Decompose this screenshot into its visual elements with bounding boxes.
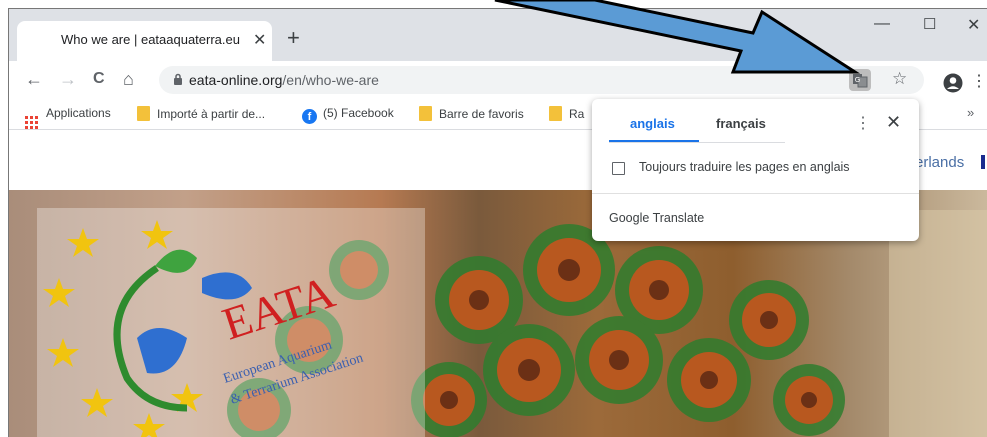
home-button[interactable]: ⌂ (123, 69, 134, 90)
bookmark-label: Ra (569, 107, 585, 121)
minimize-button[interactable]: — (874, 15, 890, 33)
language-link-nederlands[interactable]: erlands (915, 154, 964, 171)
browser-menu-icon[interactable]: ⋮ (971, 71, 987, 91)
bookmark-imported[interactable]: Importé à partir de... (137, 106, 265, 121)
bookmark-label: (5) Facebook (323, 106, 394, 120)
always-translate-label[interactable]: Toujours traduire les pages en anglais (639, 160, 850, 174)
translate-popup: anglais français ⋮ ✕ Toujours traduire l… (592, 99, 919, 241)
folder-icon (419, 106, 432, 121)
url-path: /en/who-we-are (282, 72, 379, 88)
browser-window: Who we are | eataaquaterra.eu ✕ + — ☐ ✕ … (8, 8, 987, 437)
bookmark-label: Applications (46, 106, 111, 120)
bookmark-star-icon[interactable]: ☆ (892, 69, 907, 89)
eata-logo-panel: EATA European Aquarium & Terrarium Assoc… (37, 208, 425, 437)
translate-options-icon[interactable]: ⋮ (855, 113, 871, 133)
url-text[interactable]: eata-online.org/en/who-we-are (189, 72, 379, 88)
back-button[interactable]: ← (25, 69, 43, 90)
bookmark-applications[interactable]: Applications (25, 106, 111, 129)
window-close-button[interactable]: ✕ (967, 15, 980, 35)
tab-strip: Who we are | eataaquaterra.eu ✕ + — ☐ ✕ (9, 9, 987, 61)
bookmark-favorites-bar[interactable]: Barre de favoris (419, 106, 524, 121)
profile-avatar-icon[interactable] (943, 73, 963, 93)
brand-translate: Translate (652, 211, 705, 225)
browser-tab[interactable]: Who we are | eataaquaterra.eu ✕ (17, 21, 272, 61)
bookmark-label: Importé à partir de... (157, 107, 266, 121)
apps-grid-icon (25, 116, 38, 129)
bookmark-label: Barre de favoris (439, 107, 524, 121)
eata-logo: EATA European Aquarium & Terrarium Assoc… (43, 220, 365, 437)
reload-button[interactable]: C (93, 70, 105, 88)
forward-button[interactable]: → (59, 69, 77, 90)
bookmark-facebook[interactable]: f (5) Facebook (302, 106, 394, 124)
always-translate-checkbox[interactable] (612, 162, 625, 175)
toolbar: ← → C ⌂ eata-online.org/en/who-we-are G … (9, 61, 987, 99)
url-domain: eata-online.org (189, 72, 283, 88)
translate-tab-english[interactable]: anglais (630, 116, 675, 131)
google-translate-brand: Google Translate (609, 211, 704, 225)
folder-icon (137, 106, 150, 121)
lock-icon (174, 73, 182, 85)
translate-divider (592, 193, 919, 194)
brand-google: Google (609, 211, 650, 225)
translate-close-icon[interactable]: ✕ (886, 112, 901, 133)
bookmark-partial[interactable]: Ra (549, 106, 584, 121)
folder-icon (549, 106, 562, 121)
translate-tab-french[interactable]: français (716, 116, 766, 131)
translate-active-tab-indicator (609, 140, 699, 142)
facebook-icon: f (302, 109, 317, 124)
maximize-button[interactable]: ☐ (923, 15, 936, 33)
new-tab-button[interactable]: + (287, 25, 300, 51)
address-bar[interactable]: eata-online.org/en/who-we-are G ☆ (159, 66, 924, 94)
language-flag[interactable] (981, 155, 985, 169)
translate-icon: G (853, 74, 868, 88)
svg-text:G: G (855, 76, 860, 84)
bookmarks-overflow-button[interactable]: » (967, 105, 974, 120)
tab-title: Who we are | eataaquaterra.eu (61, 32, 240, 47)
translate-tabs-divider (609, 142, 785, 143)
translate-button[interactable]: G (849, 69, 871, 91)
tab-close-icon[interactable]: ✕ (253, 30, 266, 50)
